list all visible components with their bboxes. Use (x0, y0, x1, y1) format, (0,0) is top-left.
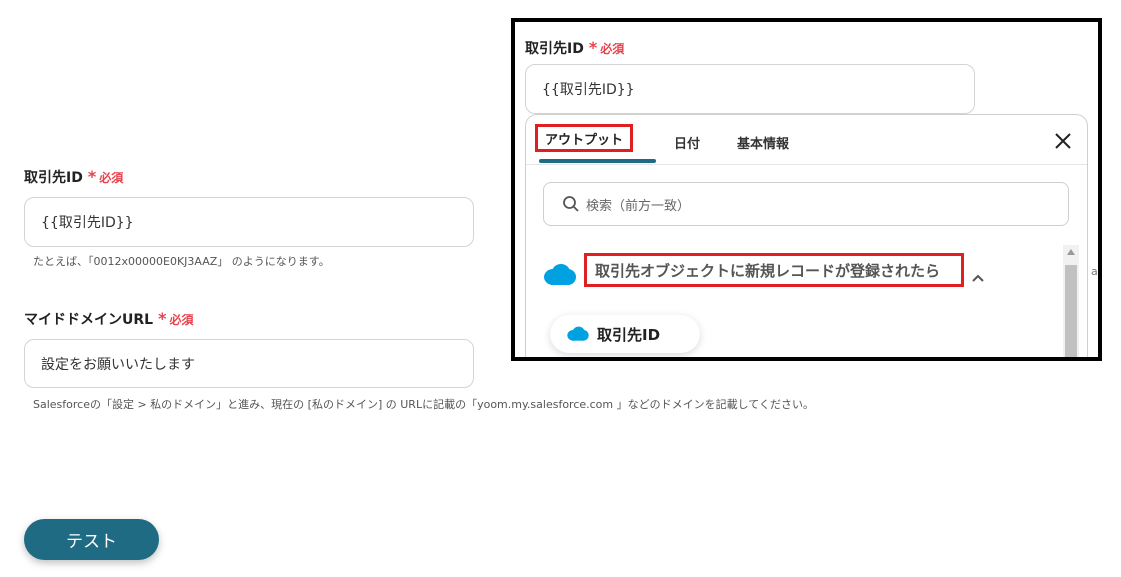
inset-label-text: 取引先ID (525, 41, 584, 57)
required-badge: * 必須 (158, 311, 193, 328)
search-input[interactable]: 検索（前方一致） (543, 182, 1069, 226)
inset-account-id-label: 取引先ID * 必須 (525, 38, 624, 58)
scrollbar-thumb[interactable] (1065, 265, 1077, 357)
test-button[interactable]: テスト (24, 519, 159, 560)
required-text: 必須 (99, 170, 124, 185)
picker-tabs: アウトプット 日付 基本情報 (526, 115, 1087, 165)
salesforce-cloud-icon (544, 264, 576, 285)
tab-basic-info[interactable]: 基本情報 (737, 133, 789, 152)
zoom-inset: 取引先ID * 必須 {{取引先ID}} アウトプット 日付 基本情報 検索（前方… (511, 18, 1102, 361)
domain-url-input[interactable]: 設定をお願いいたします (24, 339, 474, 388)
search-icon (563, 196, 579, 212)
asterisk-icon: * (87, 167, 97, 186)
salesforce-cloud-icon (567, 326, 589, 341)
account-id-input[interactable]: {{取引先ID}} (24, 197, 474, 247)
asterisk-icon: * (588, 38, 598, 57)
active-tab-indicator (539, 159, 656, 163)
output-item-account-id[interactable]: 取引先ID (550, 315, 700, 353)
domain-url-label-text: マイドドメインURL (24, 312, 154, 328)
required-badge: * 必須 (88, 169, 123, 186)
inset-account-id-input[interactable]: {{取引先ID}} (525, 64, 975, 114)
chevron-up-icon[interactable] (971, 273, 985, 283)
trigger-group-title[interactable]: 取引先オブジェクトに新規レコードが登録されたら (584, 253, 964, 287)
asterisk-icon: * (158, 309, 167, 328)
scrollbar[interactable] (1063, 245, 1079, 357)
required-text: 必須 (169, 312, 194, 327)
domain-url-label: マイドドメインURL * 必須 (24, 309, 193, 329)
account-id-label-text: 取引先ID (24, 170, 83, 186)
domain-url-hint: Salesforceの「設定 > 私のドメイン」と進み、現在の [私のドメイン]… (33, 398, 814, 411)
required-badge: * 必須 (589, 40, 624, 57)
required-text: 必須 (600, 41, 625, 56)
search-placeholder: 検索（前方一致） (586, 198, 691, 214)
account-id-hint: たとえば、「0012x00000E0KJ3AAZ」 のようになります。 (33, 255, 330, 268)
account-id-label: 取引先ID * 必須 (24, 167, 123, 187)
output-item-label: 取引先ID (597, 325, 661, 344)
edge-text: ale (1091, 265, 1101, 278)
close-icon[interactable] (1053, 131, 1073, 151)
scroll-up-arrow-icon[interactable] (1067, 249, 1075, 255)
tab-date[interactable]: 日付 (674, 133, 700, 152)
tab-output[interactable]: アウトプット (535, 124, 633, 152)
variable-picker-popup: アウトプット 日付 基本情報 検索（前方一致） 取引先オブジェクトに新規レコード… (525, 114, 1088, 357)
